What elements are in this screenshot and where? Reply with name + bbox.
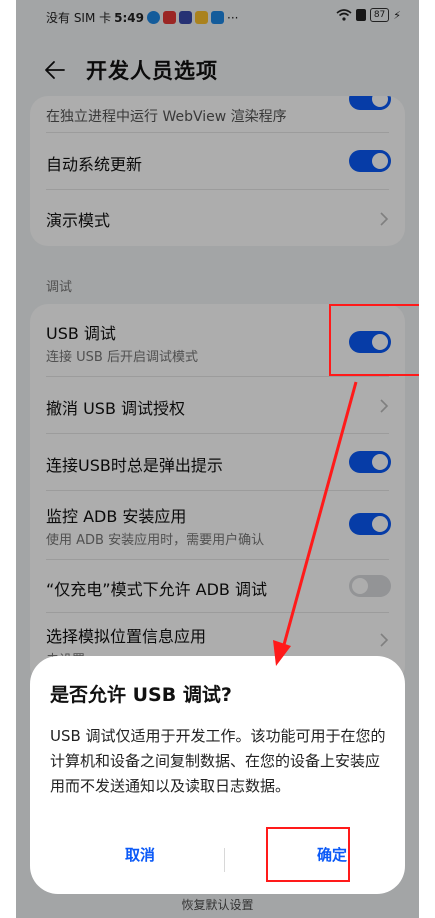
phone-screen: 没有 SIM 卡 5:49 ··· 87 ⚡ 开发人员选项 在独立进程中运行 W… bbox=[16, 0, 419, 918]
annotation-arrow bbox=[273, 381, 358, 666]
